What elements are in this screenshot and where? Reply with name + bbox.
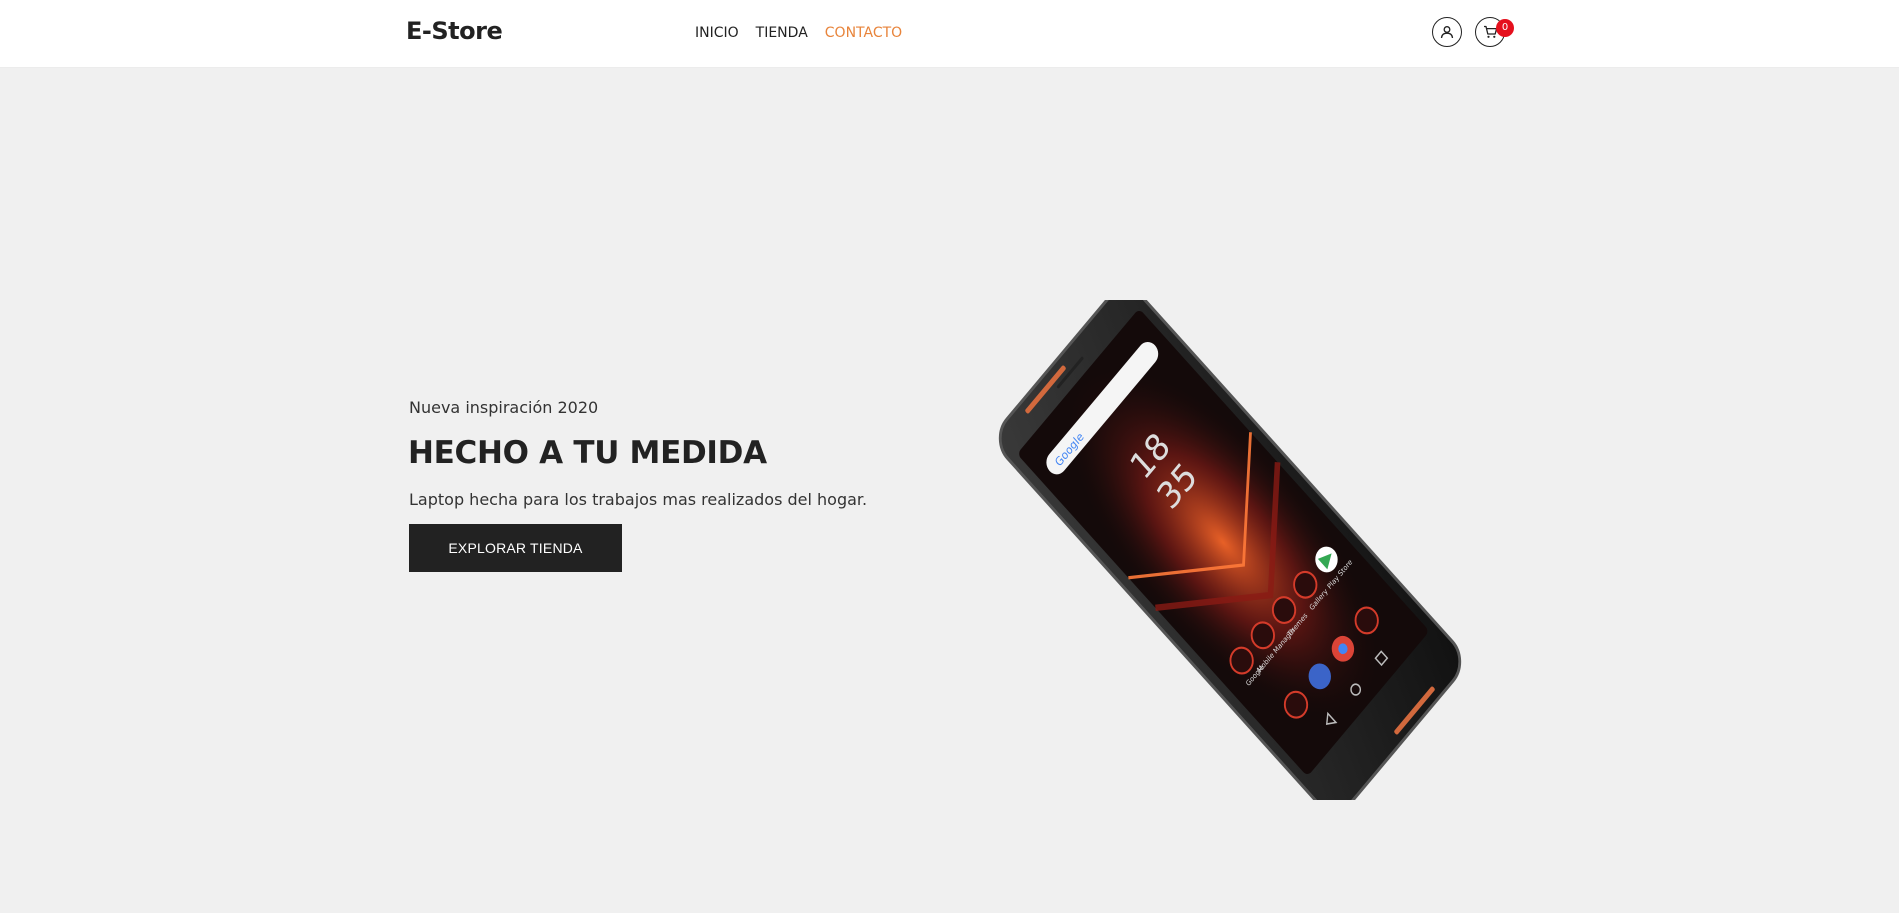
site-header: E-Store INICIO TIENDA CONTACTO 0 <box>0 0 1899 68</box>
hero-headline: HECHO A TU MEDIDA <box>408 435 767 471</box>
cart-count-badge: 0 <box>1496 19 1514 37</box>
explore-store-button[interactable]: EXPLORAR TIENDA <box>409 524 622 572</box>
main-nav: INICIO TIENDA CONTACTO <box>695 25 902 41</box>
nav-link-contacto[interactable]: CONTACTO <box>825 25 902 41</box>
account-button[interactable] <box>1432 17 1462 47</box>
phone-illustration: Google 18 35 Google Mobile Manager Theme… <box>998 288 1462 812</box>
nav-link-inicio[interactable]: INICIO <box>695 25 739 41</box>
nav-link-tienda[interactable]: TIENDA <box>756 25 808 41</box>
user-icon <box>1440 26 1454 39</box>
hero-eyebrow: Nueva inspiración 2020 <box>409 398 599 417</box>
logo[interactable]: E-Store <box>406 17 503 45</box>
hero-phone-image: Google 18 35 Google Mobile Manager Theme… <box>930 288 1530 812</box>
hero-subtext: Laptop hecha para los trabajos mas reali… <box>409 490 868 509</box>
